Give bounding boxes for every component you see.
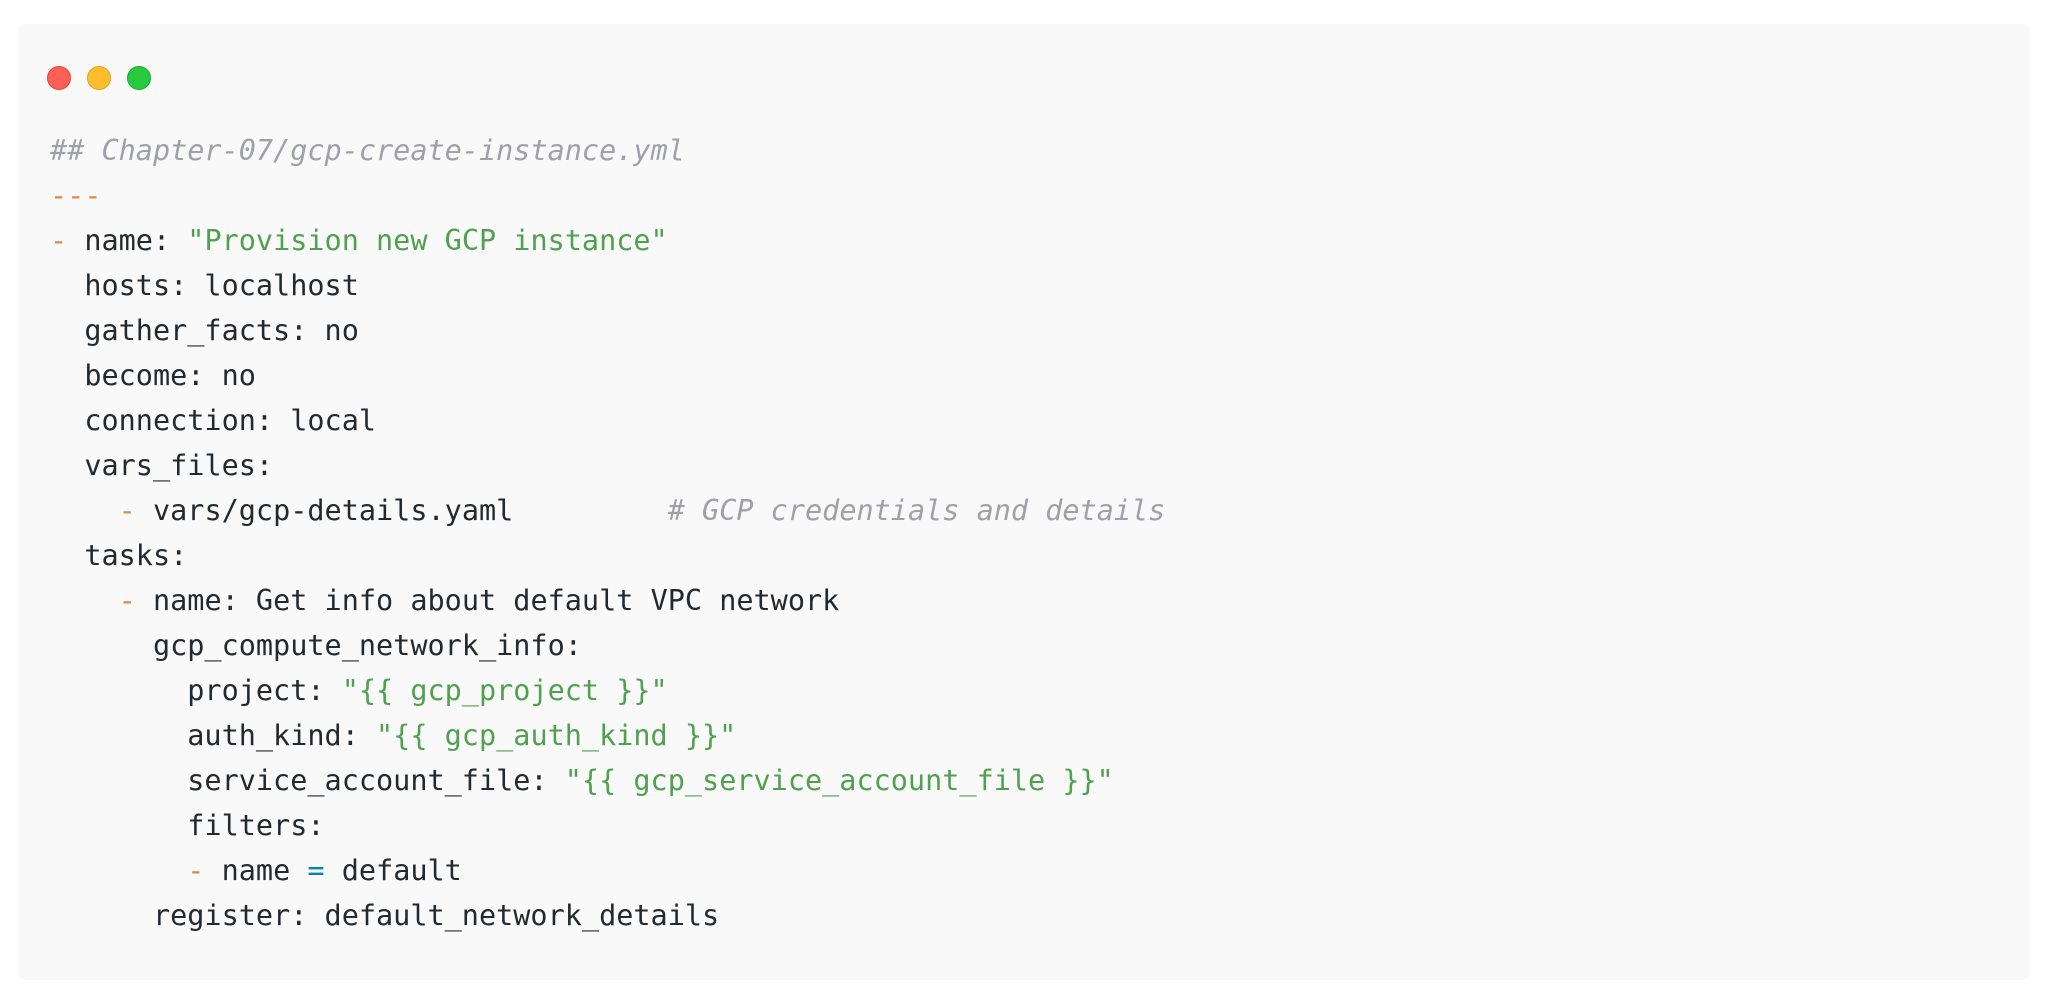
- code-block: ## Chapter-07/gcp-create-instance.yml ---…: [50, 128, 1165, 938]
- code-token: vars/gcp-details.yaml: [152, 494, 668, 527]
- code-line: gcp_compute_network_info:: [50, 623, 1165, 668]
- code-line: - vars/gcp-details.yaml # GCP credential…: [50, 488, 1166, 533]
- code-token: connection: local: [50, 404, 377, 437]
- code-line: become: no: [50, 353, 1165, 398]
- code-token: =: [307, 854, 325, 887]
- code-line: - name: Get info about default VPC netwo…: [50, 578, 1165, 623]
- code-token: become: no: [50, 359, 256, 392]
- code-line: project: "{{ gcp_project }}": [50, 668, 1165, 713]
- code-token: gcp_compute_network_info:: [50, 629, 582, 662]
- code-line: auth_kind: "{{ gcp_auth_kind }}": [50, 713, 1165, 758]
- code-token: hosts: localhost: [50, 269, 359, 302]
- code-token: ---: [50, 179, 102, 212]
- code-token: name: [221, 854, 308, 887]
- code-token: -: [50, 224, 85, 257]
- code-token: tasks:: [50, 539, 188, 572]
- code-token: default: [324, 854, 462, 887]
- code-token: filters:: [50, 809, 325, 842]
- code-line: filters:: [50, 803, 1165, 848]
- zoom-icon[interactable]: [127, 66, 151, 90]
- code-token: register: default_network_details: [50, 899, 720, 932]
- code-line: register: default_network_details: [50, 893, 1165, 938]
- code-token: -: [187, 854, 222, 887]
- code-line: connection: local: [50, 398, 1165, 443]
- code-line: gather_facts: no: [50, 308, 1165, 353]
- code-token: gather_facts: no: [50, 314, 359, 347]
- code-token: project:: [50, 674, 342, 707]
- code-token: -: [118, 584, 153, 617]
- code-token: name: Get info about default VPC network: [152, 584, 840, 617]
- code-line: ---: [50, 173, 1165, 218]
- code-window: ## Chapter-07/gcp-create-instance.yml ---…: [18, 24, 2030, 980]
- code-token: ## Chapter-07/gcp-create-instance.yml: [50, 134, 685, 167]
- close-icon[interactable]: [47, 66, 71, 90]
- code-line: service_account_file: "{{ gcp_service_ac…: [50, 758, 1165, 803]
- code-line: - name: "Provision new GCP instance": [50, 218, 1165, 263]
- code-token: -: [118, 494, 153, 527]
- code-token: # GCP credentials and details: [667, 494, 1166, 527]
- code-token: service_account_file:: [50, 764, 565, 797]
- code-line: hosts: localhost: [50, 263, 1165, 308]
- code-token: "{{ gcp_project }}": [341, 674, 668, 707]
- code-line: ## Chapter-07/gcp-create-instance.yml: [50, 128, 1165, 173]
- minimize-icon[interactable]: [87, 66, 111, 90]
- code-token: name:: [84, 224, 188, 257]
- code-token: "{{ gcp_auth_kind }}": [376, 719, 737, 752]
- code-token: auth_kind:: [50, 719, 377, 752]
- code-token: "Provision new GCP instance": [187, 224, 668, 257]
- code-line: - name = default: [50, 848, 1165, 893]
- code-token: "{{ gcp_service_account_file }}": [564, 764, 1114, 797]
- window-controls: [47, 66, 151, 90]
- code-line: vars_files:: [50, 443, 1165, 488]
- code-line: tasks:: [50, 533, 1165, 578]
- code-token: vars_files:: [50, 449, 274, 482]
